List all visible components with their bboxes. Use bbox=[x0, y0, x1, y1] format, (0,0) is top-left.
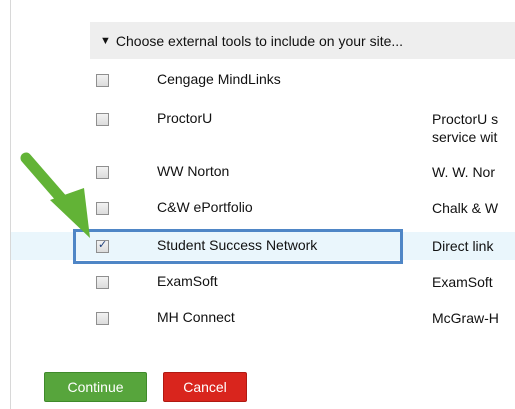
tool-name: Cengage MindLinks bbox=[157, 71, 281, 87]
tool-name: ExamSoft bbox=[157, 273, 218, 289]
tool-description-line2: service wit bbox=[432, 129, 498, 145]
continue-button[interactable]: Continue bbox=[44, 372, 147, 402]
collapse-triangle-icon[interactable]: ▼ bbox=[100, 35, 111, 47]
tool-description: Direct link bbox=[432, 238, 494, 254]
tool-description: ExamSoft bbox=[432, 274, 493, 290]
tool-checkbox[interactable] bbox=[96, 113, 109, 126]
section-title: Choose external tools to include on your… bbox=[115, 32, 404, 49]
tool-checkbox[interactable] bbox=[96, 312, 109, 325]
tool-description: W. W. Nor bbox=[432, 164, 495, 180]
tool-name: MH Connect bbox=[157, 309, 235, 325]
tool-name: C&W ePortfolio bbox=[157, 199, 253, 215]
green-pointer-arrow-icon bbox=[20, 152, 90, 238]
tool-row-examsoft: ExamSoft ExamSoft bbox=[11, 270, 515, 294]
tool-checkbox[interactable] bbox=[96, 74, 109, 87]
tool-row-cengage-mindlinks: Cengage MindLinks bbox=[11, 68, 515, 92]
cancel-button[interactable]: Cancel bbox=[163, 372, 247, 402]
tools-section-header[interactable]: ▼ Choose external tools to include on yo… bbox=[90, 22, 515, 59]
tool-row-proctoru: ProctorU ProctorU s service wit bbox=[11, 110, 515, 150]
tool-row-mh-connect: MH Connect McGraw-H bbox=[11, 306, 515, 330]
tool-description: McGraw-H bbox=[432, 310, 499, 326]
tool-name: ProctorU bbox=[157, 110, 213, 126]
tool-name: WW Norton bbox=[157, 163, 230, 179]
tool-checkbox[interactable] bbox=[96, 276, 109, 289]
tool-name: Student Success Network bbox=[157, 237, 318, 253]
tool-description: ProctorU s bbox=[432, 111, 499, 127]
tool-description: Chalk & W bbox=[432, 200, 499, 216]
checkmark-icon: ✓ bbox=[98, 239, 108, 251]
